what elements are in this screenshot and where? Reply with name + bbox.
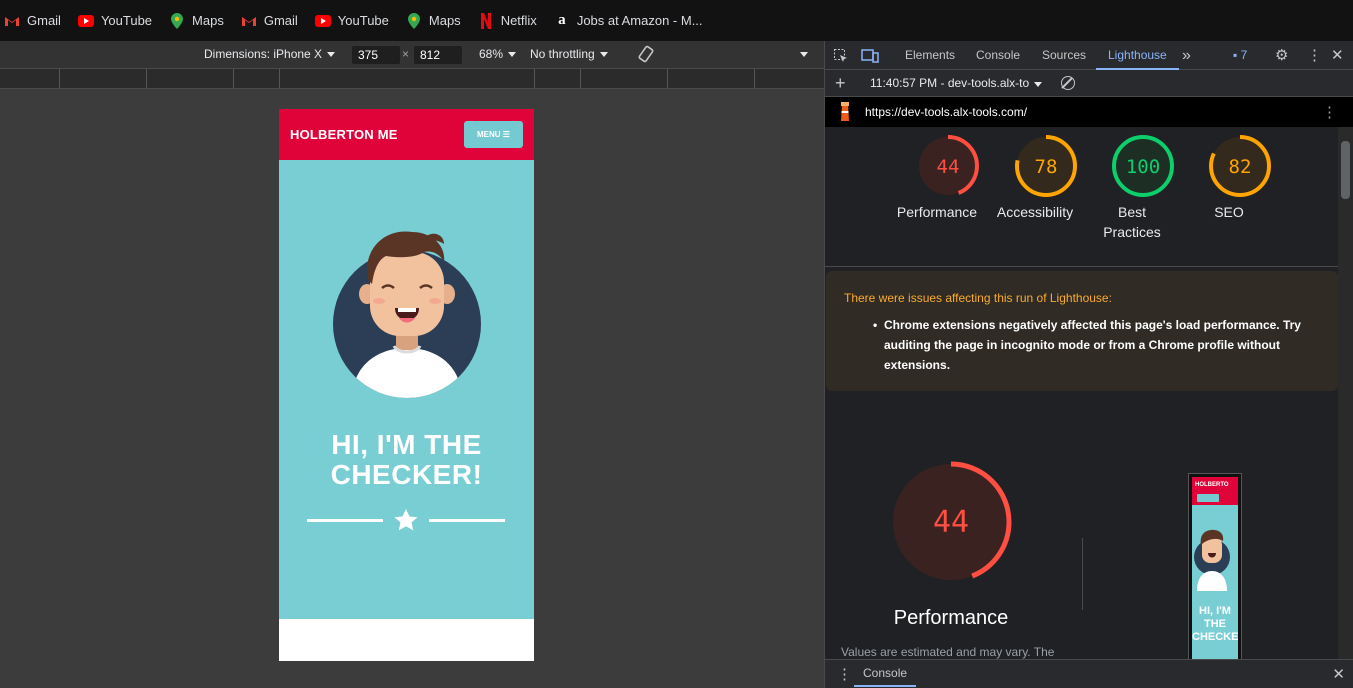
svg-text:100: 100 <box>1126 156 1160 178</box>
console-drawer: ⋮ Console ✕ <box>825 659 1353 688</box>
youtube-icon <box>314 13 331 29</box>
youtube-icon <box>77 13 94 29</box>
kebab-menu-icon[interactable]: ⋮ <box>1307 41 1322 70</box>
report-url[interactable]: https://dev-tools.alx-tools.com/ <box>865 105 1027 119</box>
device-toolbar-icon[interactable] <box>861 41 879 70</box>
drawer-menu-icon[interactable]: ⋮ <box>837 665 852 683</box>
caret-down-icon <box>800 52 808 57</box>
final-screenshot-thumbnail[interactable]: HOLBERTO HI, I'M THE CHECKE <box>1188 473 1242 659</box>
amazon-icon: a <box>558 12 566 28</box>
bookmarks-bar: Gmail YouTube Maps Gmail YouTube Maps Ne… <box>0 0 1353 41</box>
bookmark-gmail[interactable]: Gmail <box>4 9 70 33</box>
tab-lighthouse[interactable]: Lighthouse <box>1096 41 1179 70</box>
close-devtools-icon[interactable]: ✕ <box>1331 41 1344 70</box>
plus-icon[interactable]: + <box>835 73 846 94</box>
more-tabs-icon[interactable]: » <box>1182 41 1191 70</box>
report-select[interactable]: 11:40:57 PM - dev-tools.alx-to <box>870 76 1043 90</box>
gmail-icon <box>4 13 20 29</box>
warning-item: Chrome extensions negatively affected th… <box>873 315 1320 375</box>
caret-down-icon <box>327 51 336 57</box>
width-input[interactable]: 375 <box>352 46 400 64</box>
drawer-tab-console[interactable]: Console <box>854 660 917 687</box>
inspect-element-icon[interactable] <box>833 41 849 70</box>
site-brand[interactable]: HOLBERTON ME <box>290 127 398 142</box>
bookmark-maps[interactable]: Maps <box>169 9 233 33</box>
svg-text:44: 44 <box>937 156 960 178</box>
svg-text:44: 44 <box>933 505 969 540</box>
maps-icon <box>169 12 185 29</box>
more-options-caret[interactable] <box>800 52 808 57</box>
bookmark-maps-2[interactable]: Maps <box>406 9 470 33</box>
media-query-ruler <box>0 69 824 89</box>
warning-title: There were issues affecting this run of … <box>844 291 1112 305</box>
throttling-select[interactable]: No throttling <box>530 47 608 61</box>
clear-icon[interactable] <box>1061 76 1075 90</box>
rotate-icon[interactable] <box>637 45 655 63</box>
hero-title: HI, I'M THE CHECKER! <box>330 429 483 490</box>
times-sign: × <box>402 47 410 61</box>
bookmark-gmail-2[interactable]: Gmail <box>241 9 307 33</box>
star-divider <box>307 509 505 531</box>
gmail-icon <box>241 13 257 29</box>
height-input[interactable]: 812 <box>414 46 462 64</box>
netflix-icon <box>478 12 494 29</box>
bookmark-youtube-2[interactable]: YouTube <box>314 9 398 33</box>
svg-text:78: 78 <box>1035 156 1058 178</box>
tab-elements[interactable]: Elements <box>905 41 955 70</box>
lighthouse-report: 44 Performance 78 Accessibility 100 Best Pract… <box>825 127 1339 659</box>
device-emulation-pane: Dimensions: iPhone X 375 × 812 68% No th… <box>0 41 824 688</box>
estimate-note: Values are estimated and may vary. The <box>841 645 1055 659</box>
warning-box: There were issues affecting this run of … <box>826 271 1338 391</box>
score-gauge-best-practices[interactable]: 100 Best Practices <box>1077 133 1187 242</box>
score-label: SEO <box>1214 204 1244 220</box>
menu-button[interactable]: MENU ☰ <box>464 121 523 148</box>
url-menu-icon[interactable]: ⋮ <box>1322 103 1337 121</box>
site-header: HOLBERTON ME MENU ☰ <box>279 109 534 160</box>
report-scrollbar[interactable] <box>1338 127 1353 659</box>
zoom-select[interactable]: 68% <box>479 47 517 61</box>
score-label: Accessibility <box>996 204 1074 220</box>
score-gauge-seo[interactable]: 82 SEO <box>1174 133 1284 222</box>
report-url-bar: https://dev-tools.alx-tools.com/ ⋮ <box>825 97 1353 127</box>
svg-text:82: 82 <box>1229 156 1252 178</box>
tab-console[interactable]: Console <box>976 41 1020 70</box>
message-icon: ▪ <box>1233 48 1238 62</box>
maps-icon <box>406 12 422 29</box>
settings-gear-icon[interactable]: ⚙ <box>1275 41 1288 70</box>
phone-viewport[interactable]: HOLBERTON ME MENU ☰ HI, I'M THE CHECKER! <box>279 109 534 661</box>
hero-section: HI, I'M THE CHECKER! <box>279 160 534 619</box>
score-label: Performance <box>896 204 978 220</box>
lighthouse-toolbar: + 11:40:57 PM - dev-tools.alx-to <box>825 70 1353 97</box>
bookmark-youtube[interactable]: YouTube <box>77 9 161 33</box>
star-icon <box>394 509 418 531</box>
score-gauge-performance[interactable]: 44 Performance <box>882 133 992 222</box>
dimensions-select[interactable]: Dimensions: iPhone X <box>204 47 336 61</box>
bookmark-netflix[interactable]: Netflix <box>478 9 546 33</box>
device-toolbar: Dimensions: iPhone X 375 × 812 68% No th… <box>0 41 824 69</box>
score-gauge-accessibility[interactable]: 78 Accessibility <box>980 133 1090 222</box>
close-drawer-icon[interactable]: ✕ <box>1332 665 1345 683</box>
devtools-panel: Elements Console Sources Lighthouse » ▪ … <box>824 41 1353 688</box>
big-score-label: Performance <box>893 607 1009 629</box>
issues-badge[interactable]: ▪ 7 <box>1233 41 1247 70</box>
score-label: Best Practices <box>1103 204 1161 240</box>
tab-sources[interactable]: Sources <box>1042 41 1086 70</box>
caret-down-icon <box>599 51 608 57</box>
big-performance-gauge: 44 <box>890 461 1012 583</box>
devtools-tabbar: Elements Console Sources Lighthouse » ▪ … <box>825 41 1353 70</box>
lighthouse-icon <box>841 102 849 121</box>
avatar <box>333 231 481 398</box>
caret-down-icon <box>1034 82 1043 87</box>
caret-down-icon <box>508 51 517 57</box>
bookmark-amazon[interactable]: a Jobs at Amazon - M... <box>554 9 712 33</box>
